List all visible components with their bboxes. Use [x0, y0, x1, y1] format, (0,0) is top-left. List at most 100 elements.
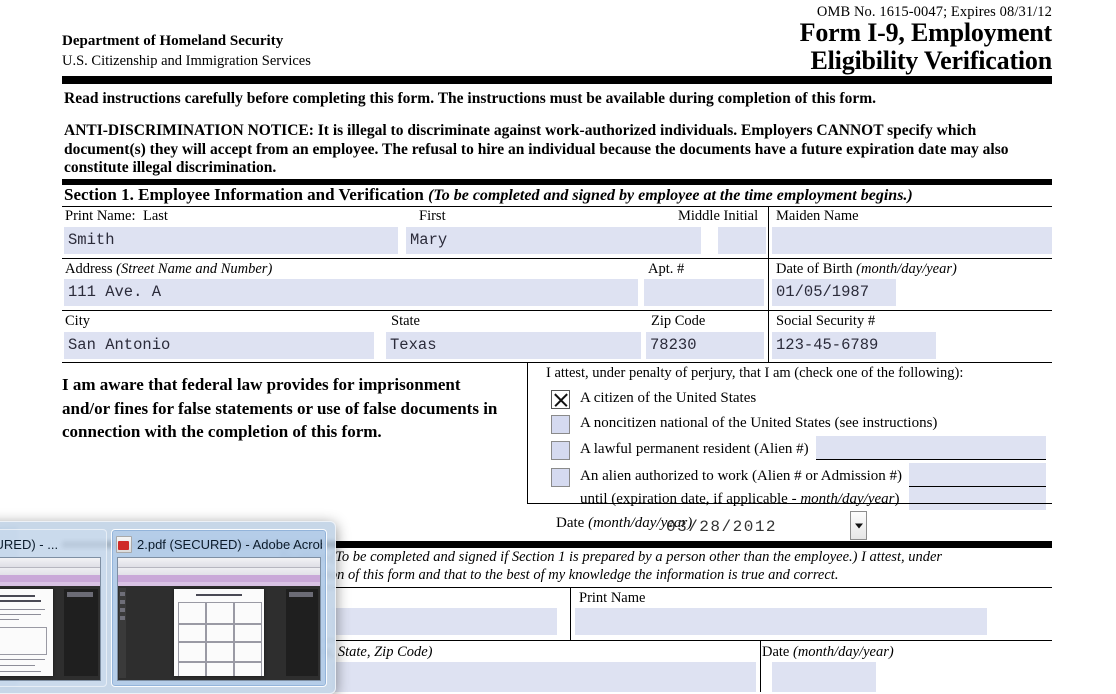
option-label-alien-authorized: An alien authorized to work (Alien # or … [580, 468, 903, 484]
print-name-label-text: Print Name: [65, 208, 136, 224]
thumb2-menubar [118, 558, 320, 568]
preparer-date-input[interactable] [772, 662, 876, 692]
page-title-line-2: Eligibility Verification [810, 46, 1053, 75]
middle-initial-divider [768, 206, 769, 258]
page-title-line-1: Form I-9, Employment [799, 18, 1053, 47]
thumb2-toolbar [118, 568, 320, 575]
preparer-print-name-input[interactable] [575, 608, 987, 635]
checkbox-permanent-resident[interactable] [551, 441, 570, 460]
until-expiration-label: until (expiration date, if applicable - … [580, 491, 900, 508]
header-divider-bar [62, 76, 1052, 84]
thumb1-menubar [0, 558, 100, 568]
checkbox-noncitizen-national[interactable] [551, 415, 570, 434]
preparer-date-label-text: Date [762, 644, 790, 660]
admission-number-input[interactable] [909, 463, 1046, 486]
apt-input[interactable] [644, 279, 764, 306]
window-thumbnail-2[interactable] [117, 557, 321, 681]
penalty-statement: I am aware that federal law provides for… [62, 375, 498, 441]
section1-heading-italic: (To be completed and signed by employee … [428, 187, 913, 204]
alien-number-input[interactable] [816, 436, 1046, 459]
ssn-column-divider [768, 310, 769, 362]
option-label-permanent-resident: A lawful permanent resident (Alien #) [580, 441, 809, 457]
section2-row1-top-line [280, 587, 1052, 588]
page-title: Form I-9, Employment Eligibility Verific… [799, 18, 1053, 75]
agency-line-2: U.S. Citizenship and Immigration Service… [62, 53, 311, 69]
thumb2-right-pane [286, 589, 318, 676]
preparer-print-name-label: Print Name [579, 590, 646, 606]
section2-heading-line2: completion of this form and that to the … [280, 566, 839, 583]
preparer-date-label: Date (month/day/year) [762, 644, 894, 661]
taskbar-thumbnail-item-1[interactable]: df (SECURED) - ... [0, 529, 107, 687]
thumb2-canvas [118, 586, 320, 680]
signature-date-label-text: Date [556, 515, 585, 531]
read-instructions-text: Read instructions carefully before compl… [64, 90, 877, 107]
taskbar-thumbnail-preview[interactable]: df (SECURED) - ... [0, 521, 336, 694]
middle-initial-label: Middle Initial [678, 208, 759, 224]
zip-input[interactable]: 78230 [646, 332, 764, 359]
until-label-italic: month/day/year [800, 491, 895, 507]
taskbar-thumbnail-caption-2: 2.pdf (SECURED) - Adobe Acrobat [116, 534, 322, 554]
city-input[interactable]: San Antonio [64, 332, 374, 359]
thumb2-notice-bar [118, 575, 320, 582]
preparer-date-label-italic: (month/day/year) [793, 644, 894, 660]
city-label: City [65, 313, 90, 329]
address-row-bottom-line [62, 310, 1052, 311]
dob-column-divider [768, 258, 769, 310]
alien-number-underline [816, 459, 1046, 460]
taskbar-thumbnail-item-2[interactable]: 2.pdf (SECURED) - Adobe Acrobat [111, 529, 327, 687]
address-label-italic: (Street Name and Number) [116, 261, 273, 277]
print-name-label: Print Name: [65, 208, 135, 225]
maiden-name-input[interactable] [772, 227, 1052, 254]
print-name-row-bottom-line [62, 258, 1052, 259]
state-input[interactable]: Texas [386, 332, 641, 359]
until-label-pre: until (expiration date, if applicable - [580, 491, 801, 507]
attestation-left-divider [527, 362, 528, 503]
checkbox-alien-authorized[interactable] [551, 468, 570, 487]
thumb2-page [174, 589, 264, 676]
thumb1-right-pane [64, 589, 98, 676]
first-name-input[interactable]: Mary [406, 227, 701, 254]
state-label: State [391, 313, 420, 329]
address-label: Address (Street Name and Number) [65, 261, 272, 278]
address-input[interactable]: 111 Ave. A [64, 279, 638, 306]
address-label-text: Address [65, 261, 113, 277]
section1-heading: Section 1. Employee Information and Veri… [64, 185, 913, 205]
agency-line-1: Department of Homeland Security [62, 33, 284, 49]
section1-heading-text: Section 1. Employee Information and Veri… [64, 185, 424, 204]
option-label-us-citizen: A citizen of the United States [580, 390, 757, 406]
pdf-icon [116, 535, 132, 553]
middle-initial-input[interactable] [718, 227, 766, 254]
option-label-noncitizen-national: A noncitizen national of the United Stat… [580, 415, 938, 431]
date-dropdown-button[interactable] [850, 511, 867, 540]
section2-row1-divider [570, 587, 571, 640]
checkbox-us-citizen[interactable] [551, 390, 570, 409]
dob-label-italic: (month/day/year) [856, 261, 957, 277]
zip-label: Zip Code [651, 313, 706, 329]
dob-input[interactable]: 01/05/1987 [772, 279, 896, 306]
thumb1-notice-bar [0, 575, 100, 582]
until-label-post: ) [894, 491, 900, 507]
last-name-label: Last [143, 208, 168, 224]
taskbar-thumbnail-title-2: 2.pdf (SECURED) - Adobe Acrobat [137, 536, 322, 552]
section2-row2-divider [760, 640, 761, 692]
ssn-label: Social Security # [776, 313, 876, 329]
preparer-address-input[interactable] [332, 662, 756, 692]
agency-block: Department of Homeland Security U.S. Cit… [62, 31, 311, 71]
expiration-date-input[interactable] [909, 487, 1046, 510]
section2-row1-bottom-line [280, 640, 1052, 641]
taskbar-thumbnail-title-1: df (SECURED) - ... [0, 536, 59, 552]
i9-form-page: OMB No. 1615-0047; Expires 08/31/12 Depa… [0, 0, 1116, 694]
thumb1-canvas [0, 586, 100, 680]
first-name-label: First [419, 208, 446, 224]
maiden-name-label: Maiden Name [776, 208, 859, 224]
attestation-bottom-line [527, 503, 1052, 504]
preparer-signature-input[interactable] [332, 608, 557, 635]
dob-label: Date of Birth (month/day/year) [776, 261, 957, 278]
window-thumbnail-1[interactable] [0, 557, 101, 681]
last-name-input[interactable]: Smith [64, 227, 398, 254]
signature-date-input[interactable]: 03/28/2012 [666, 518, 841, 542]
taskbar-thumbnail-caption-1: df (SECURED) - ... [0, 534, 102, 554]
dob-label-text: Date of Birth [776, 261, 853, 277]
ssn-input[interactable]: 123-45-6789 [772, 332, 936, 359]
apt-label: Apt. # [648, 261, 685, 277]
